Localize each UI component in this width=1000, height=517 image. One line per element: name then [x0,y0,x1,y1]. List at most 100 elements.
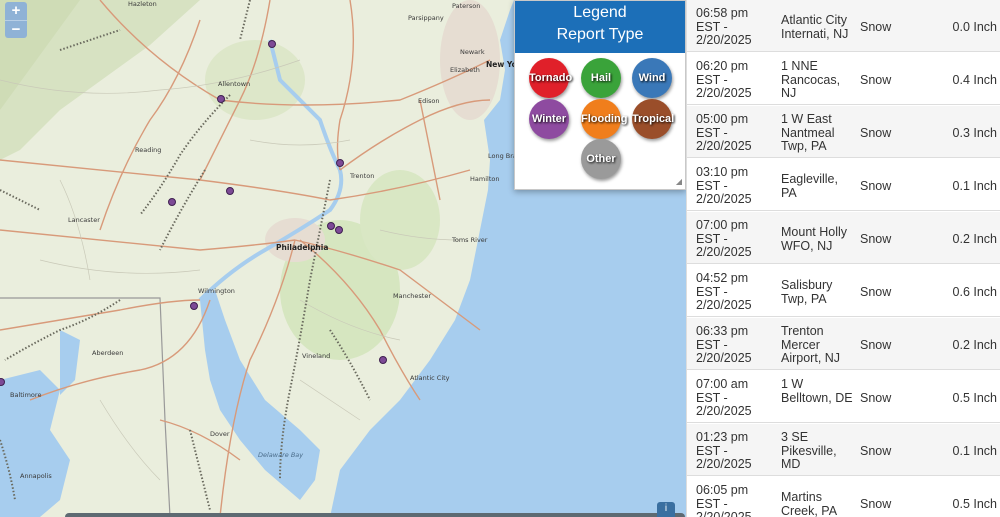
report-type: Snow [860,232,892,246]
report-time: 07:00 pm EST - 2/20/2025 [696,218,752,259]
report-magnitude: 0.4 Inch [952,73,997,87]
map-label: Toms River [452,236,488,244]
report-magnitude: 0.5 Inch [952,391,997,405]
map-label: Wilmington [198,287,235,295]
report-location: 3 SE Pikesville, MD [781,430,837,471]
table-row[interactable]: 01:23 pm EST - 2/20/2025 3 SE Pikesville… [687,424,1000,476]
report-time: 06:58 pm EST - 2/20/2025 [696,6,752,47]
map-label: Annapolis [20,472,52,480]
report-location: Eagleville, PA [781,172,838,200]
legend-panel: Legend Report Type Tornado Hail Wind Win… [514,0,686,190]
map-label: Philadelphia [276,243,329,252]
map-label: Paterson [452,2,481,10]
report-marker[interactable] [168,198,176,206]
report-location: Salisbury Twp, PA [781,278,833,306]
table-row[interactable]: 05:00 pm EST - 2/20/2025 1 W East Nantme… [687,106,1000,158]
map-label: Edison [418,97,440,105]
table-row[interactable]: 04:52 pm EST - 2/20/2025 Salisbury Twp, … [687,265,1000,317]
legend-items: Tornado Hail Wind Winter Flooding Tropic… [515,53,685,189]
report-magnitude: 0.1 Inch [952,179,997,193]
map-label: Hamilton [470,175,500,183]
table-row[interactable]: 07:00 pm EST - 2/20/2025 Mount Holly WFO… [687,212,1000,264]
map-label: Atlantic City [410,374,450,382]
legend-wind-button[interactable]: Wind [632,58,672,98]
report-magnitude: 0.0 Inch [952,20,997,34]
reports-table[interactable]: 06:58 pm EST - 2/20/2025 Atlantic City I… [686,0,1000,517]
table-row[interactable]: 03:10 pm EST - 2/20/2025 Eagleville, PA … [687,159,1000,211]
table-row[interactable]: 06:05 pm EST - 2/20/2025 Martins Creek, … [687,477,1000,517]
info-icon: i [664,503,668,514]
map-label: Reading [135,146,162,154]
legend-subtitle: Report Type [556,26,644,43]
report-time: 06:20 pm EST - 2/20/2025 [696,59,752,100]
report-magnitude: 0.6 Inch [952,285,997,299]
report-type: Snow [860,285,892,299]
zoom-control: + − [5,2,27,38]
report-type: Snow [860,179,892,193]
legend-hail-button[interactable]: Hail [581,58,621,98]
legend-winter-button[interactable]: Winter [529,99,569,139]
report-type: Snow [860,73,892,87]
report-location: 1 W Belltown, DE [781,377,853,405]
report-magnitude: 0.2 Inch [952,338,997,352]
map-label: Parsippany [408,14,444,22]
map-label: Elizabeth [450,66,480,74]
report-magnitude: 0.3 Inch [952,126,997,140]
map-label: Vineland [302,352,331,360]
map-label: Manchester [393,292,432,300]
map-label: Newark [460,48,485,56]
report-type: Snow [860,20,892,34]
report-type: Snow [860,444,892,458]
horizontal-scrollbar[interactable] [65,513,685,517]
report-marker[interactable] [327,222,335,230]
map-label: Trenton [350,172,375,180]
report-type: Snow [860,338,892,352]
legend-header: Legend Report Type [515,1,685,53]
report-marker[interactable] [379,356,387,364]
zoom-in-button[interactable]: + [5,2,27,20]
map-label: Allentown [218,80,251,88]
report-location: Martins Creek, PA [781,490,838,517]
table-row[interactable]: 06:58 pm EST - 2/20/2025 Atlantic City I… [687,0,1000,52]
report-time: 03:10 pm EST - 2/20/2025 [696,165,752,206]
report-magnitude: 0.1 Inch [952,444,997,458]
report-time: 07:00 am EST - 2/20/2025 [696,377,752,418]
report-type: Snow [860,391,892,405]
legend-other-button[interactable]: Other [581,139,621,179]
report-location: 1 NNE Rancocas, NJ [781,59,841,100]
report-time: 01:23 pm EST - 2/20/2025 [696,430,752,471]
map-label: Baltimore [10,391,42,399]
table-row[interactable]: 07:00 am EST - 2/20/2025 1 W Belltown, D… [687,371,1000,423]
resize-handle-icon[interactable]: ◢ [676,177,682,186]
report-marker[interactable] [268,40,276,48]
legend-tropical-button[interactable]: Tropical [632,99,674,139]
map-label: Hazleton [128,0,157,8]
report-type: Snow [860,497,892,511]
report-location: 1 W East Nantmeal Twp, PA [781,112,835,153]
report-magnitude: 0.5 Inch [952,497,997,511]
report-marker[interactable] [335,226,343,234]
table-row[interactable]: 06:33 pm EST - 2/20/2025 Trenton Mercer … [687,318,1000,370]
report-location: Trenton Mercer Airport, NJ [781,324,841,365]
report-location: Atlantic City Internati, NJ [781,13,849,41]
map-label: Aberdeen [92,349,124,357]
report-marker[interactable] [226,187,234,195]
report-marker[interactable] [217,95,225,103]
report-time: 04:52 pm EST - 2/20/2025 [696,271,752,312]
report-time: 06:33 pm EST - 2/20/2025 [696,324,752,365]
report-magnitude: 0.2 Inch [952,232,997,246]
legend-tornado-button[interactable]: Tornado [529,58,572,98]
zoom-out-button[interactable]: − [5,20,27,38]
map-label: Dover [210,430,230,438]
report-time: 05:00 pm EST - 2/20/2025 [696,112,752,153]
legend-flooding-button[interactable]: Flooding [581,99,627,139]
table-row[interactable]: 06:20 pm EST - 2/20/2025 1 NNE Rancocas,… [687,53,1000,105]
legend-title: Legend [573,4,627,21]
report-type: Snow [860,126,892,140]
report-location: Mount Holly WFO, NJ [781,225,847,253]
info-button[interactable]: i [657,502,675,517]
report-time: 06:05 pm EST - 2/20/2025 [696,483,752,517]
map-label: Delaware Bay [258,451,304,459]
report-marker[interactable] [190,302,198,310]
report-marker[interactable] [336,159,344,167]
